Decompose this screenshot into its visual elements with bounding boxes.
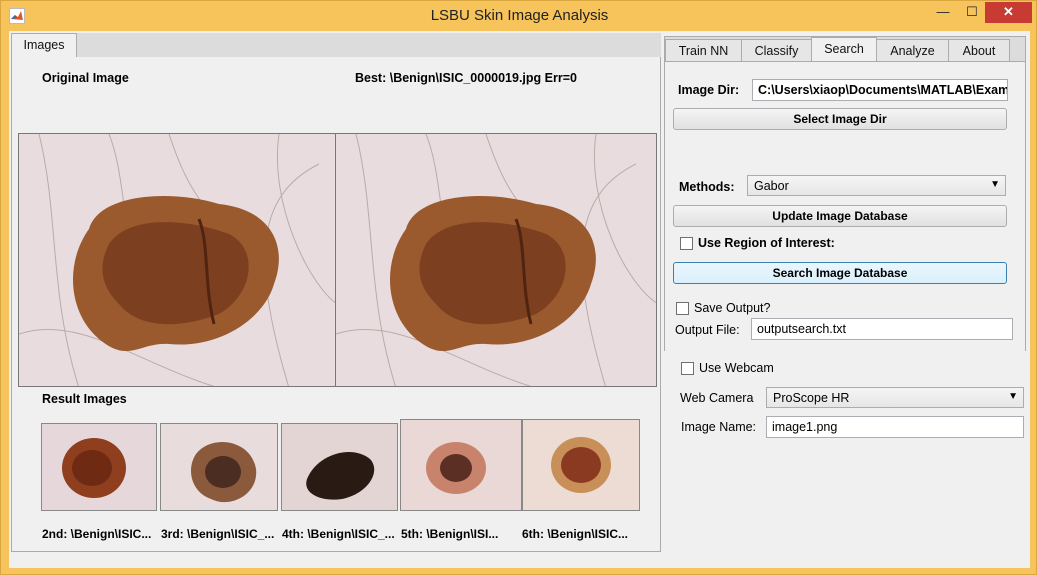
- tab-about[interactable]: About: [948, 39, 1010, 63]
- use-webcam-label: Use Webcam: [699, 361, 774, 375]
- original-image-label: Original Image: [42, 71, 129, 85]
- web-camera-value: ProScope HR: [773, 391, 850, 405]
- tab-classify[interactable]: Classify: [741, 39, 812, 63]
- use-webcam-checkbox[interactable]: [681, 362, 694, 375]
- search-image-database-button[interactable]: Search Image Database: [673, 262, 1007, 284]
- close-button[interactable]: ✕: [985, 2, 1032, 23]
- result-label-2: 2nd: \Benign\ISIC...: [42, 527, 152, 541]
- output-file-input[interactable]: outputsearch.txt: [751, 318, 1013, 340]
- tab-train-nn[interactable]: Train NN: [665, 39, 742, 63]
- web-camera-select[interactable]: ProScope HR ▼: [766, 387, 1024, 408]
- chevron-down-icon: ▼: [1008, 391, 1018, 402]
- update-image-database-button[interactable]: Update Image Database: [673, 205, 1007, 227]
- result-image-6: [522, 419, 640, 511]
- best-match-image: [335, 133, 657, 387]
- image-dir-input[interactable]: C:\Users\xiaop\Documents\MATLAB\Examp: [752, 79, 1008, 101]
- title-bar[interactable]: LSBU Skin Image Analysis — ☐ ✕: [1, 1, 1037, 31]
- result-image-2: [41, 423, 157, 511]
- result-label-6: 6th: \Benign\ISIC...: [522, 527, 629, 541]
- best-match-label: Best: \Benign\ISIC_0000019.jpg Err=0: [355, 71, 577, 85]
- webcam-panel: Use Webcam Web Camera ProScope HR ▼ Imag…: [664, 353, 1028, 568]
- tab-images[interactable]: Images: [11, 33, 77, 58]
- image-name-label: Image Name:: [681, 420, 757, 434]
- minimize-button[interactable]: —: [931, 2, 955, 23]
- right-tab-bar: Train NN Classify Search Analyze About: [665, 37, 1025, 63]
- methods-label: Methods:: [679, 180, 735, 194]
- save-output-label: Save Output?: [694, 301, 771, 315]
- right-tab-group: Train NN Classify Search Analyze About I…: [664, 36, 1026, 351]
- roi-label: Use Region of Interest:: [698, 236, 835, 250]
- select-image-dir-button[interactable]: Select Image Dir: [673, 108, 1007, 130]
- methods-select[interactable]: Gabor ▼: [747, 175, 1006, 196]
- images-panel: Original Image Best: \Benign\ISIC_000001…: [11, 57, 661, 552]
- search-panel: Image Dir: C:\Users\xiaop\Documents\MATL…: [665, 61, 1025, 351]
- tab-search[interactable]: Search: [811, 37, 877, 62]
- roi-checkbox[interactable]: [680, 237, 693, 250]
- save-output-checkbox[interactable]: [676, 302, 689, 315]
- image-name-input[interactable]: image1.png: [766, 416, 1024, 438]
- tab-analyze[interactable]: Analyze: [876, 39, 949, 63]
- app-window: LSBU Skin Image Analysis — ☐ ✕ Images Or…: [0, 0, 1037, 575]
- maximize-button[interactable]: ☐: [959, 2, 985, 23]
- chevron-down-icon: ▼: [990, 179, 1000, 190]
- web-camera-label: Web Camera: [680, 391, 754, 405]
- result-label-4: 4th: \Benign\ISIC_...: [282, 527, 395, 541]
- result-image-4: [281, 423, 398, 511]
- window-title: LSBU Skin Image Analysis: [430, 7, 609, 24]
- result-images-label: Result Images: [42, 392, 127, 406]
- result-image-3: [160, 423, 278, 511]
- result-label-5: 5th: \Benign\ISI...: [401, 527, 499, 541]
- methods-value: Gabor: [754, 179, 789, 193]
- left-tab-bar: Images: [11, 33, 661, 58]
- result-label-3: 3rd: \Benign\ISIC_...: [161, 527, 275, 541]
- client-area: Images Original Image Best: \Benign\ISIC…: [9, 31, 1030, 568]
- image-dir-label: Image Dir:: [678, 83, 740, 97]
- original-image: [18, 133, 336, 387]
- output-file-label: Output File:: [675, 323, 740, 337]
- result-image-5: [400, 419, 522, 511]
